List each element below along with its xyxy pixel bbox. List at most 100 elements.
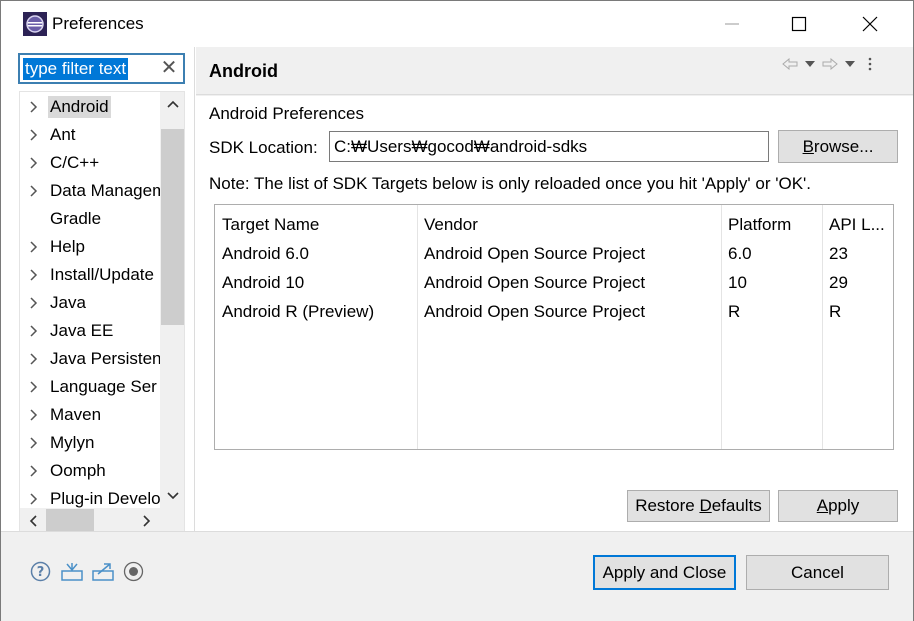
table-cell[interactable]: Android Open Source Project xyxy=(424,302,645,322)
tree-item-label: Android xyxy=(48,96,111,118)
eclipse-app-icon xyxy=(23,12,47,36)
table-cell[interactable]: Android 10 xyxy=(222,273,304,293)
filter-text[interactable]: type filter text xyxy=(23,58,129,80)
tree-item[interactable]: Mylyn xyxy=(20,429,165,457)
sdk-targets-table[interactable]: Target Name Vendor Platform API L... And… xyxy=(214,204,894,450)
tree-item[interactable]: Help xyxy=(20,233,165,261)
forward-arrow-icon[interactable] xyxy=(822,56,838,72)
column-header-vendor[interactable]: Vendor xyxy=(424,215,478,235)
back-arrow-icon[interactable] xyxy=(782,56,798,72)
column-separator[interactable] xyxy=(417,205,418,449)
scroll-right-button[interactable] xyxy=(134,508,159,533)
browse-button[interactable]: Browse... xyxy=(778,130,898,163)
expand-chevron-icon[interactable] xyxy=(28,409,40,421)
filter-input[interactable]: type filter text ✕ xyxy=(18,53,185,84)
table-cell[interactable]: Android Open Source Project xyxy=(424,244,645,264)
tree-item-label: Maven xyxy=(50,405,102,424)
table-cell[interactable]: 6.0 xyxy=(728,244,752,264)
column-header-target-name[interactable]: Target Name xyxy=(222,215,319,235)
tree-item[interactable]: Install/Update xyxy=(20,261,165,289)
expand-chevron-icon[interactable] xyxy=(28,241,40,253)
expand-chevron-icon[interactable] xyxy=(28,157,40,169)
clear-filter-icon[interactable]: ✕ xyxy=(159,57,179,79)
scroll-down-button[interactable] xyxy=(160,484,184,508)
scroll-left-button[interactable] xyxy=(20,508,45,533)
preference-tree[interactable]: Android Ant C/C++ Data Managem Gradle Help Ins… xyxy=(19,91,185,551)
view-menu-icon[interactable] xyxy=(862,56,878,72)
tree-item[interactable]: Java xyxy=(20,289,165,317)
scroll-up-button[interactable] xyxy=(160,92,184,116)
export-icon[interactable] xyxy=(91,560,114,583)
table-cell[interactable]: 23 xyxy=(829,244,848,264)
record-icon[interactable] xyxy=(122,560,145,583)
expand-chevron-icon[interactable] xyxy=(28,101,40,113)
maximize-icon xyxy=(791,16,807,32)
tree-item[interactable]: C/C++ xyxy=(20,149,165,177)
apply-and-close-button[interactable]: Apply and Close xyxy=(593,555,736,590)
expand-chevron-icon[interactable] xyxy=(28,493,40,505)
tree-item[interactable]: Gradle xyxy=(20,205,165,233)
close-icon xyxy=(862,16,878,32)
close-button[interactable] xyxy=(834,1,906,47)
tree-item-label: Help xyxy=(50,237,85,256)
tree-item-label: Ant xyxy=(50,125,76,144)
forward-dropdown-icon[interactable] xyxy=(842,56,858,72)
tree-item[interactable]: Android xyxy=(20,93,165,121)
tree-item[interactable]: Java EE xyxy=(20,317,165,345)
horizontal-scroll-thumb[interactable] xyxy=(46,509,94,532)
tree-item[interactable]: Ant xyxy=(20,121,165,149)
expand-chevron-icon[interactable] xyxy=(28,297,40,309)
expand-chevron-icon[interactable] xyxy=(28,353,40,365)
vertical-scroll-thumb[interactable] xyxy=(161,129,184,325)
chevron-up-icon xyxy=(166,100,179,108)
expand-chevron-icon[interactable] xyxy=(28,465,40,477)
table-cell[interactable]: R xyxy=(728,302,740,322)
column-separator[interactable] xyxy=(721,205,722,449)
tree-item-label: Java xyxy=(50,293,86,312)
tree-item-label: Language Ser xyxy=(50,377,157,396)
table-cell[interactable]: 29 xyxy=(829,273,848,293)
expand-chevron-icon[interactable] xyxy=(28,437,40,449)
tree-item[interactable]: Maven xyxy=(20,401,165,429)
tree-item-label: Data Managem xyxy=(50,181,165,200)
tree-item[interactable]: Language Ser xyxy=(20,373,165,401)
import-icon[interactable] xyxy=(60,560,83,583)
table-cell[interactable]: Android 6.0 xyxy=(222,244,309,264)
expand-chevron-icon[interactable] xyxy=(28,325,40,337)
apply-label-post: pply xyxy=(828,496,860,515)
restore-defaults-button[interactable]: Restore Defaults xyxy=(627,490,770,522)
expand-chevron-icon[interactable] xyxy=(28,185,40,197)
expand-chevron-icon[interactable] xyxy=(28,269,40,281)
minimize-icon xyxy=(725,23,739,25)
tree-item[interactable]: Java Persisten xyxy=(20,345,165,373)
expand-chevron-icon[interactable] xyxy=(28,381,40,393)
table-cell[interactable]: Android R (Preview) xyxy=(222,302,374,322)
sdk-location-field[interactable]: C:₩Users₩gocod₩android-sdks xyxy=(329,131,769,162)
column-header-platform[interactable]: Platform xyxy=(728,215,791,235)
column-separator[interactable] xyxy=(822,205,823,449)
column-header-api-level[interactable]: API L... xyxy=(829,215,885,235)
tree-horizontal-scrollbar[interactable] xyxy=(20,508,160,533)
browse-label: rowse... xyxy=(813,137,874,156)
scroll-corner xyxy=(160,508,184,533)
section-title: Android Preferences xyxy=(209,104,364,123)
maximize-button[interactable] xyxy=(763,1,835,47)
cancel-button[interactable]: Cancel xyxy=(746,555,889,590)
tree-item[interactable]: Oomph xyxy=(20,457,165,485)
tree-item[interactable]: Data Managem xyxy=(20,177,165,205)
table-cell[interactable]: R xyxy=(829,302,841,322)
preferences-window: Preferences type filter text ✕ Android An… xyxy=(0,0,914,621)
page-title: Android xyxy=(209,61,278,81)
expand-chevron-icon[interactable] xyxy=(28,129,40,141)
tree-vertical-scrollbar[interactable] xyxy=(160,92,184,508)
help-icon[interactable]: ? xyxy=(29,560,52,583)
browse-mnemonic: B xyxy=(802,137,814,156)
table-cell[interactable]: 10 xyxy=(728,273,747,293)
table-cell[interactable]: Android Open Source Project xyxy=(424,273,645,293)
footer-icons: ? xyxy=(29,560,145,583)
apply-button[interactable]: Apply xyxy=(778,490,898,522)
minimize-button[interactable] xyxy=(696,1,768,47)
window-title: Preferences xyxy=(52,14,144,33)
back-dropdown-icon[interactable] xyxy=(802,56,818,72)
restore-mnemonic: D xyxy=(699,496,712,515)
